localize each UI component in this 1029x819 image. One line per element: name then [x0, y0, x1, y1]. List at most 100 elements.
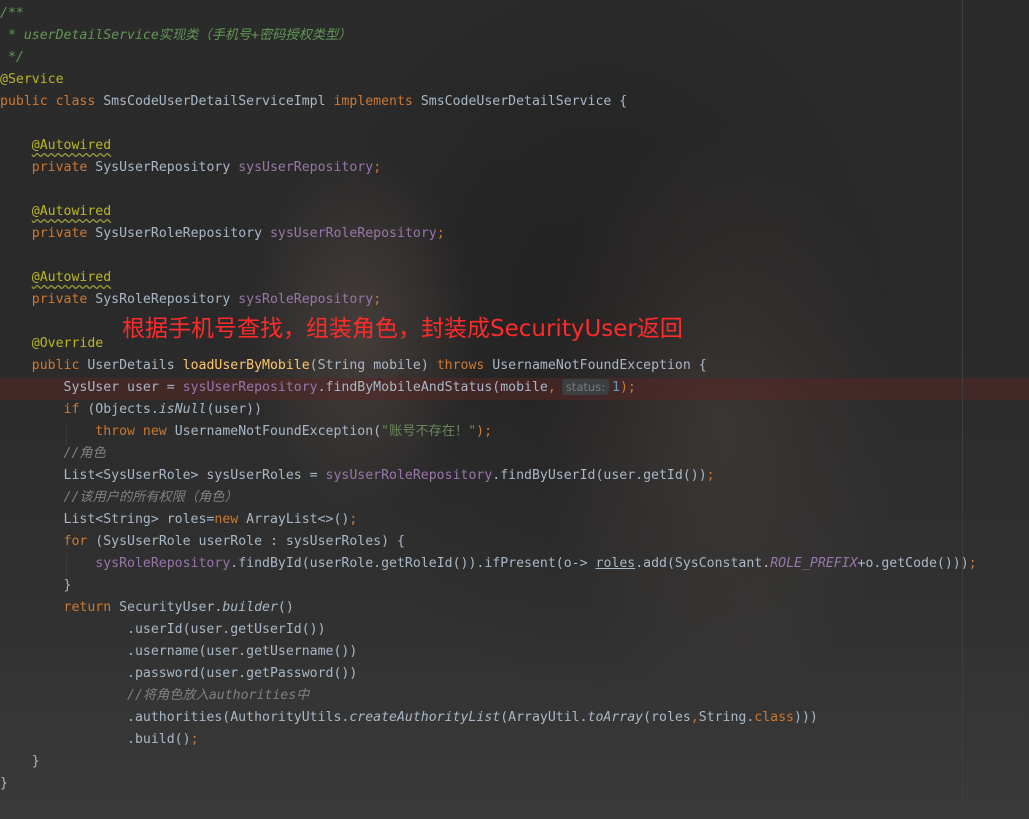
- code-token: ;: [706, 468, 715, 483]
- code-line[interactable]: */: [0, 47, 1029, 69]
- code-line[interactable]: [0, 113, 1029, 135]
- code-token: public class: [0, 94, 104, 109]
- code-token: ;: [373, 292, 382, 307]
- code-token: }: [0, 754, 40, 769]
- code-token: SysRoleRepository: [95, 292, 239, 307]
- code-token: SmsCodeUserDetailServiceImpl: [103, 94, 334, 109]
- code-token: //角色: [0, 446, 106, 461]
- code-token: }: [0, 578, 72, 593]
- code-line[interactable]: private SysUserRoleRepository sysUserRol…: [0, 223, 1029, 245]
- code-token: class: [754, 710, 794, 725]
- code-line[interactable]: .build();: [0, 729, 1029, 751]
- code-token: throw new: [95, 424, 175, 439]
- code-token: if: [63, 402, 88, 417]
- code-token: ;: [349, 512, 358, 527]
- code-token: ))): [794, 710, 818, 725]
- code-line[interactable]: for (SysUserRole userRole : sysUserRoles…: [0, 531, 1029, 553]
- code-token: for: [63, 534, 96, 549]
- code-token: .add(SysConstant.: [635, 556, 771, 571]
- code-token: String.: [698, 710, 755, 725]
- code-token: ;: [373, 160, 382, 175]
- code-token: (Objects.: [87, 402, 159, 417]
- code-line[interactable]: //将角色放入authorities中: [0, 685, 1029, 707]
- code-token: builder: [222, 600, 278, 615]
- code-token: sysRoleRepository: [95, 556, 231, 571]
- code-line[interactable]: throw new UsernameNotFoundException("账号不…: [0, 421, 1029, 443]
- code-token: UserDetails: [87, 358, 183, 373]
- code-line[interactable]: if (Objects.isNull(user)): [0, 399, 1029, 421]
- code-line[interactable]: @Autowired: [0, 135, 1029, 157]
- code-token: "账号不存在！": [381, 424, 477, 439]
- code-token: List<SysUserRole> sysUserRoles =: [0, 468, 326, 483]
- code-line[interactable]: public UserDetails loadUserByMobile(Stri…: [0, 355, 1029, 377]
- code-line[interactable]: //角色: [0, 443, 1029, 465]
- code-line[interactable]: @Autowired: [0, 267, 1029, 289]
- code-line[interactable]: @Service: [0, 69, 1029, 91]
- code-token: .password(user.getPassword()): [0, 666, 358, 681]
- code-token: implements: [333, 94, 421, 109]
- code-line[interactable]: sysRoleRepository.findById(userRole.getR…: [0, 553, 1029, 575]
- code-line[interactable]: .password(user.getPassword()): [0, 663, 1029, 685]
- code-token: .build(): [0, 732, 191, 747]
- code-token: (String mobile): [309, 358, 437, 373]
- code-line[interactable]: //该用户的所有权限（角色）: [0, 487, 1029, 509]
- code-line[interactable]: /**: [0, 3, 1029, 25]
- code-token: .findByUserId(user.getId()): [492, 468, 707, 483]
- code-token: ;: [968, 556, 977, 571]
- code-line[interactable]: .username(user.getUsername()): [0, 641, 1029, 663]
- code-token: UsernameNotFoundException {: [492, 358, 707, 373]
- code-token: loadUserByMobile: [182, 358, 310, 373]
- code-token: @Service: [0, 72, 64, 87]
- code-token: ROLE_PREFIX: [770, 556, 858, 571]
- code-line[interactable]: }: [0, 773, 1029, 795]
- code-token: return: [63, 600, 120, 615]
- code-token: 1: [612, 380, 620, 395]
- code-line[interactable]: private SysUserRepository sysUserReposit…: [0, 157, 1029, 179]
- code-token: ,: [690, 710, 699, 725]
- overlay-annotation-note: 根据手机号查找，组装角色，封装成SecurityUser返回: [122, 316, 683, 342]
- code-token: sysUserRepository: [182, 380, 318, 395]
- code-line[interactable]: private SysRoleRepository sysRoleReposit…: [0, 289, 1029, 311]
- code-line[interactable]: @Autowired: [0, 201, 1029, 223]
- code-token: /**: [0, 6, 24, 21]
- code-editor[interactable]: /** * userDetailService实现类（手机号+密码授权类型） *…: [0, 3, 1029, 795]
- code-line[interactable]: SysUser user = sysUserRepository.findByM…: [0, 377, 1029, 399]
- code-token: sysUserRoleRepository: [325, 468, 493, 483]
- code-token: (SysUserRole userRole : sysUserRoles) {: [95, 534, 405, 549]
- code-line[interactable]: [0, 245, 1029, 267]
- code-line[interactable]: List<String> roles=new ArrayList<>();: [0, 509, 1029, 531]
- code-line[interactable]: .authorities(AuthorityUtils.createAuthor…: [0, 707, 1029, 729]
- code-line[interactable]: * userDetailService实现类（手机号+密码授权类型）: [0, 25, 1029, 47]
- code-token: (ArrayUtil.: [500, 710, 588, 725]
- code-line[interactable]: [0, 179, 1029, 201]
- code-line[interactable]: }: [0, 575, 1029, 597]
- code-line[interactable]: List<SysUserRole> sysUserRoles = sysUser…: [0, 465, 1029, 487]
- code-token: ArrayList<>(): [246, 512, 350, 527]
- code-line[interactable]: public class SmsCodeUserDetailServiceImp…: [0, 91, 1029, 113]
- code-token: sysRoleRepository: [238, 292, 374, 307]
- code-token: (roles: [643, 710, 691, 725]
- code-token: new: [214, 512, 247, 527]
- code-token: .findById(userRole.getRoleId()).ifPresen…: [230, 556, 596, 571]
- code-token: sysUserRoleRepository: [269, 226, 437, 241]
- code-line[interactable]: .userId(user.getUserId()): [0, 619, 1029, 641]
- code-token: .username(user.getUsername()): [0, 644, 358, 659]
- code-token: createAuthorityList: [349, 710, 501, 725]
- code-token: //将角色放入authorities中: [0, 688, 310, 703]
- code-token: //该用户的所有权限（角色）: [0, 490, 238, 505]
- code-token: .userId(user.getUserId()): [0, 622, 326, 637]
- code-token: }: [0, 776, 8, 791]
- code-line[interactable]: }: [0, 751, 1029, 773]
- code-token: +o.getCode())): [857, 556, 969, 571]
- code-line[interactable]: return SecurityUser.builder(): [0, 597, 1029, 619]
